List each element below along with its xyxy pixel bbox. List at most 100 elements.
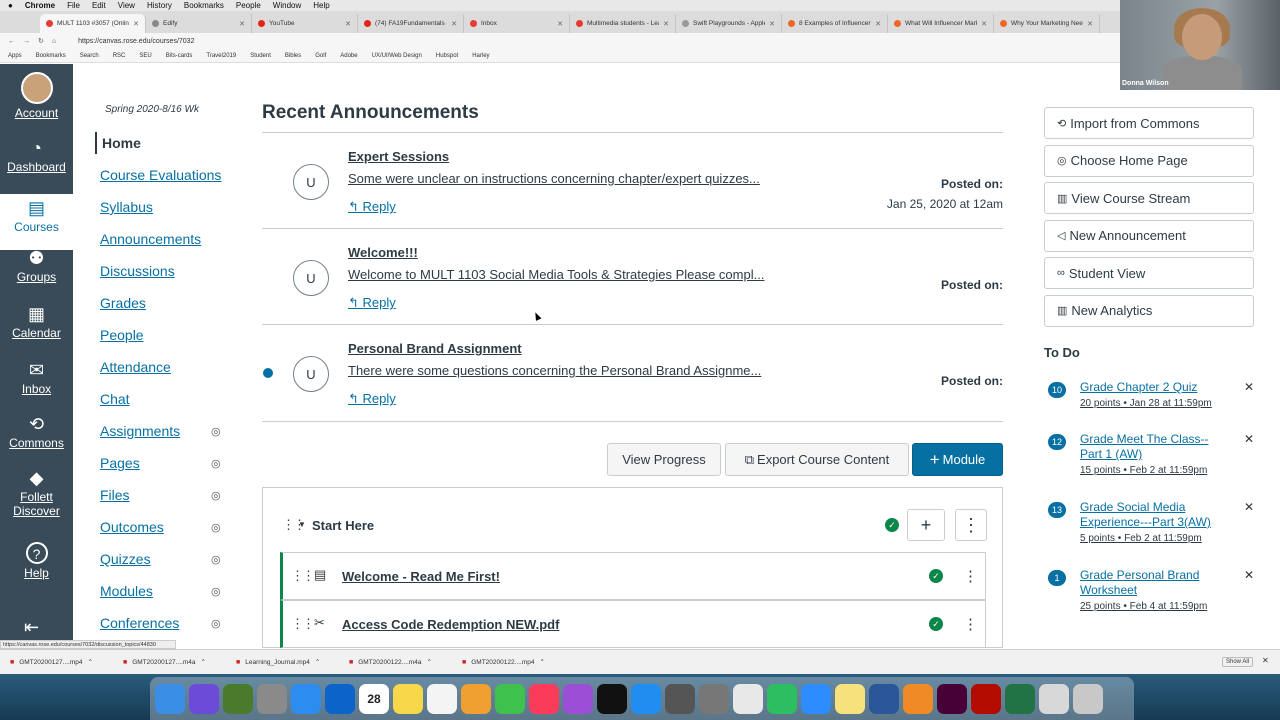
global-nav-account[interactable]: Account [0,72,73,120]
bookmark-item[interactable]: Bits-cards [166,53,193,59]
download-menu-icon[interactable]: ⌃ [539,658,544,666]
tab-close-icon[interactable]: ✕ [133,20,139,28]
reply-link[interactable]: ↰ Reply [348,295,396,311]
browser-tab[interactable]: YouTube ✕ [252,14,358,33]
word-icon[interactable] [869,683,899,714]
course-nav-quizzes[interactable]: Quizzes ◎ [95,548,235,570]
music-icon[interactable] [529,683,559,714]
app-menu[interactable]: Chrome [25,1,55,10]
bookmark-item[interactable]: Hubspot [436,53,458,59]
view-course-stream-button[interactable]: ▥ View Course Stream [1044,182,1254,214]
browser-tab[interactable]: Multimedia students - Learn ✕ [570,14,676,33]
drag-handle-icon[interactable]: ⋮⋮ [291,616,315,632]
todo-title-link[interactable]: Grade Personal Brand Worksheet [1080,568,1230,598]
menu-file[interactable]: File [67,1,80,10]
announcement-title[interactable]: Welcome!!! [348,245,418,260]
module-header[interactable]: ⋮⋮ ▼ Start Here ✓ + ⋮ [263,488,1002,562]
tv-icon[interactable] [597,683,627,714]
notes-icon[interactable] [393,683,423,714]
collapse-caret-icon[interactable]: ▼ [298,520,306,529]
photos-icon[interactable] [461,683,491,714]
course-nav-announcements[interactable]: Announcements [95,228,235,250]
menu-window[interactable]: Window [273,1,301,10]
screenshot-icon[interactable] [665,683,695,714]
global-nav-inbox[interactable]: ✉ Inbox [0,360,73,396]
module-item-title[interactable]: Access Code Redemption NEW.pdf [342,617,559,632]
module-item-title[interactable]: Welcome - Read Me First! [342,569,500,584]
course-nav-people[interactable]: People [95,324,235,346]
browser-tab[interactable]: 8 Examples of Influencer Ma ✕ [782,14,888,33]
download-menu-icon[interactable]: ⌃ [87,658,92,666]
drag-handle-icon[interactable]: ⋮⋮ [291,568,315,584]
preview-icon[interactable] [1039,683,1069,714]
student-view-button[interactable]: ∞ Student View [1044,257,1254,289]
dismiss-icon[interactable]: ✕ [1244,432,1254,446]
messages-icon[interactable] [495,683,525,714]
global-nav-dashboard[interactable]: ◔ Dashboard [0,138,73,174]
browser-tab[interactable]: Edify ✕ [146,14,252,33]
trash-icon[interactable] [1073,683,1103,714]
tab-close-icon[interactable]: ✕ [239,20,245,28]
browser-tab[interactable]: Why Your Marketing Needs ✕ [994,14,1100,33]
dismiss-icon[interactable]: ✕ [1244,380,1254,394]
app-store-icon[interactable] [631,683,661,714]
siri-icon[interactable] [189,683,219,714]
system-preferences-icon[interactable] [699,683,729,714]
download-item[interactable]: ■ GMT20200127....m4a ⌃ [113,658,226,667]
add-module-button[interactable]: + Module [912,443,1003,476]
forward-icon[interactable]: → [23,38,30,45]
browser-tab[interactable]: What Will Influencer Market ✕ [888,14,994,33]
download-item[interactable]: ■ GMT20200122....m4a ⌃ [339,658,452,667]
menu-view[interactable]: View [118,1,135,10]
module-item[interactable]: ⋮⋮ ▤ Welcome - Read Me First! ✓ ⋮ [280,552,986,600]
add-item-button[interactable]: + [907,509,945,541]
reply-link[interactable]: ↰ Reply [348,391,396,407]
tab-close-icon[interactable]: ✕ [981,20,987,28]
reminders-icon[interactable] [427,683,457,714]
module-item[interactable]: ⋮⋮ ✂ Access Code Redemption NEW.pdf ✓ ⋮ [280,600,986,648]
download-item[interactable]: ■ Learning_Journal.mp4 ⌃ [226,658,339,667]
course-nav-home[interactable]: Home [95,132,235,154]
published-check-icon[interactable]: ✓ [929,569,943,583]
course-nav-course-evaluations[interactable]: Course Evaluations [95,164,235,186]
excel-icon[interactable] [1005,683,1035,714]
minecraft-icon[interactable] [223,683,253,714]
menu-edit[interactable]: Edit [92,1,106,10]
item-options-icon[interactable]: ⋮ [963,615,978,633]
published-check-icon[interactable]: ✓ [929,617,943,631]
global-nav-commons[interactable]: ⟲ Commons [0,414,73,450]
announcement-message[interactable]: Some were unclear on instructions concer… [348,171,788,186]
bookmark-item[interactable]: Adobe [340,53,357,59]
tab-close-icon[interactable]: ✕ [1087,20,1093,28]
download-item[interactable]: ■ GMT20200122....mp4 ⌃ [452,658,565,667]
choose-home-page-button[interactable]: ◎ Choose Home Page [1044,144,1254,177]
bookmark-item[interactable]: RSC [113,53,126,59]
bookmark-item[interactable]: Bookmarks [36,53,66,59]
bookmark-item[interactable]: UX/UI/Web Design [372,53,422,59]
bookmark-item[interactable]: SEU [139,53,151,59]
download-menu-icon[interactable]: ⌃ [315,658,320,666]
announcement-avatar[interactable]: U [293,260,329,296]
tab-close-icon[interactable]: ✕ [769,20,775,28]
export-course-content-button[interactable]: ⧉ Export Course Content [725,443,909,476]
menu-history[interactable]: History [147,1,172,10]
global-nav-groups[interactable]: ⚉ Groups [0,248,73,284]
close-downloads-icon[interactable]: ✕ [1262,656,1269,665]
safari-icon[interactable] [291,683,321,714]
announcement-message[interactable]: There were some questions concerning the… [348,363,788,378]
new-announcement-button[interactable]: ◁ New Announcement [1044,219,1254,252]
course-nav-files[interactable]: Files ◎ [95,484,235,506]
course-nav-assignments[interactable]: Assignments ◎ [95,420,235,442]
announcement-message[interactable]: Welcome to MULT 1103 Social Media Tools … [348,267,788,282]
course-nav-attendance[interactable]: Attendance [95,356,235,378]
bookmark-item[interactable]: Student [250,53,271,59]
tab-close-icon[interactable]: ✕ [345,20,351,28]
outlook-icon[interactable] [325,683,355,714]
bookmark-item[interactable]: Search [80,53,99,59]
view-progress-button[interactable]: View Progress [607,443,721,476]
course-nav-conferences[interactable]: Conferences ◎ [95,612,235,634]
bookmark-item[interactable]: Apps [8,53,22,59]
reload-icon[interactable]: ↻ [38,37,44,45]
course-nav-grades[interactable]: Grades [95,292,235,314]
stickies-icon[interactable] [835,683,865,714]
